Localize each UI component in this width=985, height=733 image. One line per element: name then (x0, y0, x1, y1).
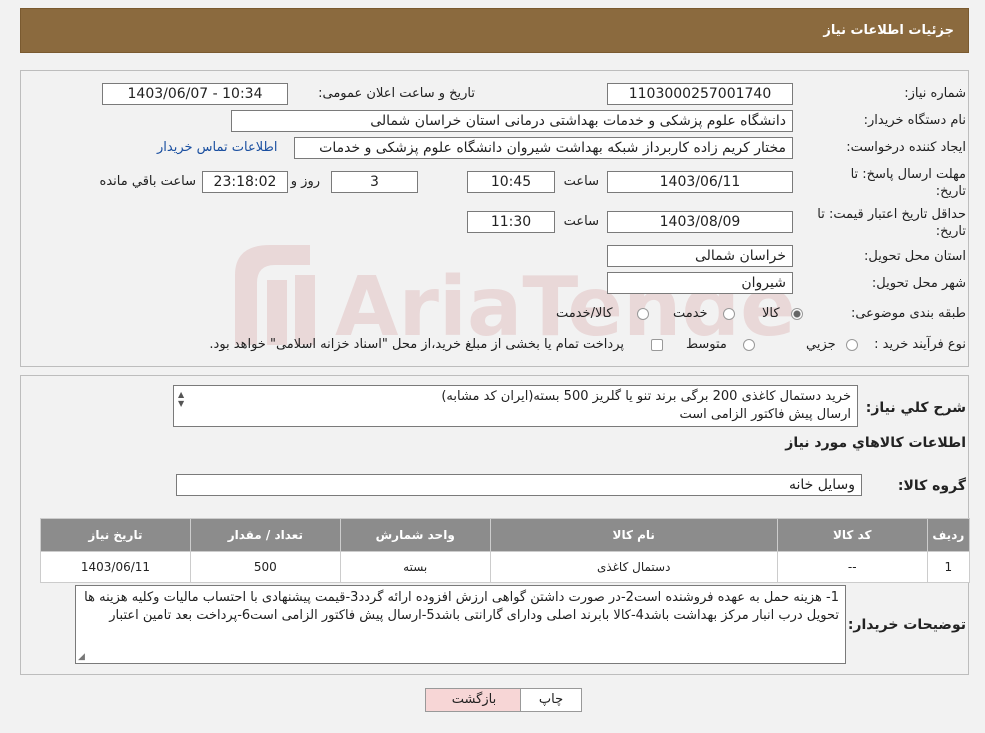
col-unit-header: واحد شمارش (339, 518, 491, 552)
col-row-header: رديف (926, 518, 971, 552)
resize-handle-icon[interactable]: ◢ (78, 652, 85, 662)
goods-section-title: اطلاعات كالاهاي مورد نياز (785, 435, 966, 451)
need-number-label: شماره نیاز: (904, 86, 966, 101)
process-medium-label: متوسط (686, 337, 727, 352)
province-field: خراسان شمالی (607, 245, 793, 267)
remaining-time-field: 23:18:02 (202, 171, 288, 193)
reply-time-field: 10:45 (467, 171, 555, 193)
announce-label: تاریخ و ساعت اعلان عمومی: (318, 86, 475, 101)
category-both-label: کالا/خدمت (556, 306, 613, 321)
category-goods-radio[interactable] (791, 308, 803, 320)
buyer-notes-text: 1- هزینه حمل به عهده فروشنده است2-در صور… (84, 590, 839, 623)
description-line-1: خرید دستمال کاغذی 200 برگی برند تنو یا گ… (441, 389, 851, 404)
price-validity-time-field: 11:30 (467, 211, 555, 233)
buyer-notes-label: توضیحات خریدار: (847, 617, 966, 633)
cell-name: دستمال کاغذی (489, 551, 778, 583)
price-validity-label: حداقل تاریخ اعتبار قیمت: تا (817, 207, 966, 222)
category-goods-label: کالا (762, 306, 780, 321)
print-button[interactable]: چاپ (520, 688, 582, 712)
price-validity-time-label: ساعت (563, 214, 599, 229)
buyer-org-label: نام دستگاه خریدار: (863, 113, 966, 128)
requester-label: ایجاد کننده درخواست: (846, 140, 966, 155)
reply-date-field: 1403/06/11 (607, 171, 793, 193)
cell-row: 1 (926, 551, 971, 583)
col-name-header: نام کالا (489, 518, 778, 552)
need-number-field: 1103000257001740 (607, 83, 793, 105)
price-validity-date-field: 1403/08/09 (607, 211, 793, 233)
items-table-wrap: رديف کد کالا نام کالا واحد شمارش تعداد /… (40, 518, 971, 583)
city-field: شیروان (607, 272, 793, 294)
cell-date: 1403/06/11 (40, 551, 191, 583)
col-code-header: کد کالا (776, 518, 928, 552)
days-label: روز و (290, 174, 320, 189)
reply-days-field: 3 (331, 171, 418, 193)
process-minor-radio[interactable] (846, 339, 858, 351)
back-button[interactable]: بازگشت (425, 688, 523, 712)
table-header-row: رديف کد کالا نام کالا واحد شمارش تعداد /… (40, 518, 971, 552)
table-row[interactable]: 1 -- دستمال کاغذی بسته 500 1403/06/11 (40, 551, 971, 583)
description-line-2: ارسال پیش فاکتور الزامی است (679, 407, 851, 422)
col-qty-header: تعداد / مقدار (189, 518, 341, 552)
buyer-notes-textarea[interactable]: 1- هزینه حمل به عهده فروشنده است2-در صور… (75, 585, 846, 664)
price-validity-label-2: تاریخ: (935, 224, 966, 239)
remaining-label: ساعت باقي مانده (99, 174, 196, 189)
page-header: جزئیات اطلاعات نیاز (20, 8, 969, 53)
cell-qty: 500 (189, 551, 341, 583)
col-date-header: تاریخ نیاز (40, 518, 191, 552)
buyer-org-field: دانشگاه علوم پزشکی و خدمات بهداشتی درمان… (231, 110, 793, 132)
requester-field: مختار کریم زاده کاربرداز شبکه بهداشت شیر… (294, 137, 793, 159)
announce-field: 1403/06/07 - 10:34 (102, 83, 288, 105)
reply-deadline-label-2: تاریخ: (935, 184, 966, 199)
process-label: نوع فرآیند خرید : (874, 337, 966, 352)
goods-group-field: وسایل خانه (176, 474, 862, 496)
description-textarea[interactable]: خرید دستمال کاغذی 200 برگی برند تنو یا گ… (173, 385, 858, 427)
goods-group-label: گروه کالا: (897, 478, 966, 494)
reply-time-label: ساعت (563, 174, 599, 189)
province-label: استان محل تحویل: (864, 249, 966, 264)
items-table: رديف کد کالا نام کالا واحد شمارش تعداد /… (40, 518, 971, 583)
treasury-note: پرداخت تمام یا بخشی از مبلغ خرید،از محل … (209, 337, 624, 352)
description-label: شرح كلي نياز: (865, 400, 966, 416)
treasury-checkbox[interactable] (651, 339, 663, 351)
category-label: طبقه بندی موضوعی: (850, 306, 966, 321)
reply-deadline-label: مهلت ارسال پاسخ: تا (850, 167, 966, 182)
buyer-contact-link[interactable]: اطلاعات تماس خریدار (157, 140, 277, 155)
category-service-radio[interactable] (723, 308, 735, 320)
process-medium-radio[interactable] (743, 339, 755, 351)
city-label: شهر محل تحویل: (871, 276, 966, 291)
scroll-down-icon[interactable]: ▼ (178, 399, 184, 408)
cell-code: -- (776, 551, 928, 583)
process-minor-label: جزيي (806, 337, 836, 352)
cell-unit: بسته (339, 551, 491, 583)
page-title: جزئیات اطلاعات نیاز (823, 23, 954, 38)
scroll-up-icon[interactable]: ▲ (178, 390, 184, 399)
category-both-radio[interactable] (637, 308, 649, 320)
category-service-label: خدمت (673, 306, 708, 321)
